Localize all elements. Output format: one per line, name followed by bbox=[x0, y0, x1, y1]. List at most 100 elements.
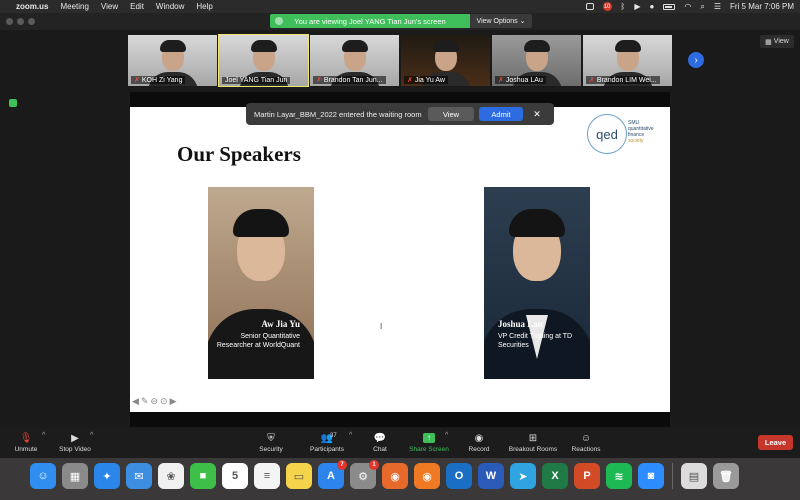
close-icon[interactable]: ✕ bbox=[531, 107, 543, 121]
dock-app-icon[interactable]: ◙ bbox=[638, 463, 664, 489]
dock-app-icon[interactable]: ➤ bbox=[510, 463, 536, 489]
dock-app-icon[interactable]: ✦ bbox=[94, 463, 120, 489]
menu-window[interactable]: Window bbox=[156, 2, 184, 11]
speaker-role: Senior Quantitative Researcher at WorldQ… bbox=[216, 333, 300, 349]
participants-icon: 👥 bbox=[320, 432, 334, 444]
record-button[interactable]: ◉ Record bbox=[464, 431, 494, 454]
battery-icon[interactable] bbox=[663, 3, 676, 10]
muted-mic-icon: ✗ bbox=[316, 77, 322, 84]
waiting-view-button[interactable]: View bbox=[428, 107, 474, 121]
encryption-shield-icon[interactable] bbox=[9, 99, 17, 107]
dock-app-icon[interactable]: ⚙ 1 bbox=[350, 460, 379, 489]
speaker-name: Aw Jia Yu bbox=[261, 319, 300, 329]
previous-slide-icon[interactable]: ◀ bbox=[132, 396, 139, 407]
window-titlebar: You are viewing Joel YANG Tian Jun's scr… bbox=[0, 13, 800, 30]
unmute-button[interactable]: 🎙 Unmute bbox=[10, 431, 42, 454]
bluetooth-icon[interactable]: ᛒ bbox=[621, 2, 626, 11]
participant-name: Jia Yu Aw bbox=[414, 76, 445, 84]
reactions-icon: ☺ bbox=[580, 432, 592, 444]
dock-badge: 1 bbox=[369, 460, 379, 470]
slide-annotation-bar: ◀ ✎ ⊖ ⊙ ▶ bbox=[132, 396, 176, 407]
dock-app-icon[interactable]: ▦ bbox=[62, 463, 88, 489]
dock-app-icon[interactable]: ◉ bbox=[382, 463, 408, 489]
menu-meeting[interactable]: Meeting bbox=[60, 2, 88, 11]
play-icon[interactable]: ▶ bbox=[634, 2, 640, 11]
menu-help[interactable]: Help bbox=[196, 2, 212, 11]
dock-app-icon[interactable]: ▤ bbox=[681, 463, 707, 489]
leave-button[interactable]: Leave bbox=[758, 435, 793, 450]
minimize-window-button[interactable] bbox=[17, 18, 24, 25]
participants-options-caret-icon[interactable]: ^ bbox=[349, 432, 352, 439]
admit-button[interactable]: Admit bbox=[479, 107, 523, 121]
dock-app-icon[interactable]: ☺ bbox=[30, 463, 56, 489]
share-options-caret-icon[interactable]: ^ bbox=[445, 432, 448, 439]
close-window-button[interactable] bbox=[6, 18, 13, 25]
gallery-next-arrow-icon[interactable]: › bbox=[688, 52, 704, 68]
menu-edit[interactable]: Edit bbox=[130, 2, 144, 11]
meeting-toolbar: 🎙 Unmute ^ ▶ Stop Video ^ ⛨ Security 👥 3… bbox=[0, 428, 800, 458]
dock-app-icon[interactable]: P bbox=[574, 463, 600, 489]
dock-app-icon[interactable]: ▭ bbox=[286, 463, 312, 489]
participant-name-tag: ✗ Brandon LIM Wei... bbox=[586, 76, 660, 84]
dock-app-icon[interactable]: ■ bbox=[190, 463, 216, 489]
speaker-name: Joshua Lau bbox=[498, 319, 543, 329]
qed-logo-text: SMU quantitative finance society bbox=[628, 120, 654, 144]
participant-tile[interactable]: ✗ Joshua LAu bbox=[492, 35, 581, 86]
menubar-status: 10 ᛒ ▶ ● ◠ ⌕ ☰ Fri 5 Mar 7:06 PM bbox=[585, 0, 794, 13]
next-slide-icon[interactable]: ▶ bbox=[170, 396, 177, 407]
view-layout-label: View bbox=[773, 38, 789, 45]
speaker-caption: Aw Jia Yu Senior Quantitative Researcher… bbox=[208, 319, 314, 350]
participant-tile-active-speaker[interactable]: Joel YANG Tian Jun bbox=[218, 34, 309, 87]
audio-options-caret-icon[interactable]: ^ bbox=[42, 432, 45, 439]
share-screen-label: Share Screen bbox=[409, 446, 449, 453]
menu-view[interactable]: View bbox=[101, 2, 118, 11]
siri-icon[interactable]: ● bbox=[650, 2, 655, 11]
control-center-icon[interactable]: ☰ bbox=[714, 2, 721, 11]
zoom-window-button[interactable] bbox=[28, 18, 35, 25]
dock-app-icon[interactable]: O bbox=[446, 463, 472, 489]
video-options-caret-icon[interactable]: ^ bbox=[90, 432, 93, 439]
dock-app-icon[interactable]: W bbox=[478, 463, 504, 489]
dock-app-icon[interactable]: ◉ bbox=[414, 463, 440, 489]
waiting-room-message: Martin Layar_BBM_2022 entered the waitin… bbox=[254, 109, 422, 119]
participant-name: Brandon LIM Wei... bbox=[596, 76, 657, 84]
view-options-button[interactable]: View Options ⌄ bbox=[470, 14, 532, 28]
zoom-out-icon[interactable]: ⊖ bbox=[150, 396, 158, 407]
dock-app-icon[interactable]: ✉ bbox=[126, 463, 152, 489]
stop-video-button[interactable]: ▶ Stop Video bbox=[56, 431, 94, 454]
muted-mic-icon: ✗ bbox=[589, 77, 595, 84]
reactions-button[interactable]: ☺ Reactions bbox=[568, 431, 604, 454]
participant-tile[interactable]: ✗ KOH Zi Yang bbox=[128, 35, 217, 86]
pen-icon[interactable]: ✎ bbox=[141, 396, 149, 407]
video-hair bbox=[159, 40, 186, 52]
breakout-rooms-button[interactable]: ⊞ Breakout Rooms bbox=[504, 431, 562, 454]
chat-button[interactable]: 💬 Chat bbox=[366, 431, 394, 454]
more-icon[interactable]: ⊙ bbox=[160, 396, 168, 407]
participant-tile[interactable]: ✗ Brandon LIM Wei... bbox=[583, 35, 672, 86]
view-layout-button[interactable]: ▦ View bbox=[760, 35, 794, 48]
dock-app-icon[interactable]: X bbox=[542, 463, 568, 489]
wifi-icon[interactable]: ◠ bbox=[684, 2, 691, 11]
dock-app-icon[interactable]: 5 bbox=[222, 463, 248, 489]
dock-app-icon[interactable]: A7 bbox=[318, 460, 347, 489]
dock-app-icon[interactable]: ≡ bbox=[254, 463, 280, 489]
notification-badge[interactable]: 10 bbox=[602, 2, 612, 11]
muted-mic-icon: ✗ bbox=[407, 77, 413, 84]
menu-app[interactable]: zoom.us bbox=[16, 2, 48, 11]
participant-tile[interactable]: ✗ Jia Yu Aw bbox=[401, 35, 490, 86]
dock-app-icon[interactable]: ❀ bbox=[158, 463, 184, 489]
dock-app-icon[interactable]: ≋ bbox=[606, 463, 632, 489]
search-icon[interactable]: ⌕ bbox=[700, 2, 704, 12]
waiting-room-notification: Martin Layar_BBM_2022 entered the waitin… bbox=[246, 103, 554, 125]
menubar-clock[interactable]: Fri 5 Mar 7:06 PM bbox=[730, 2, 794, 11]
security-button[interactable]: ⛨ Security bbox=[254, 431, 288, 454]
participant-name: Joshua LAu bbox=[505, 76, 543, 84]
muted-mic-icon: ✗ bbox=[134, 77, 140, 84]
zoom-status-icon[interactable] bbox=[585, 3, 594, 10]
participant-tile[interactable]: ✗ Brandon Tan Jun... bbox=[310, 35, 399, 86]
participant-name: KOH Zi Yang bbox=[141, 76, 183, 84]
participants-button[interactable]: 👥 37 Participants bbox=[306, 431, 348, 454]
grid-icon: ▦ bbox=[765, 38, 772, 46]
qed-logo: qed bbox=[587, 114, 627, 154]
dock-app-icon[interactable]: 🗑 bbox=[713, 463, 739, 489]
